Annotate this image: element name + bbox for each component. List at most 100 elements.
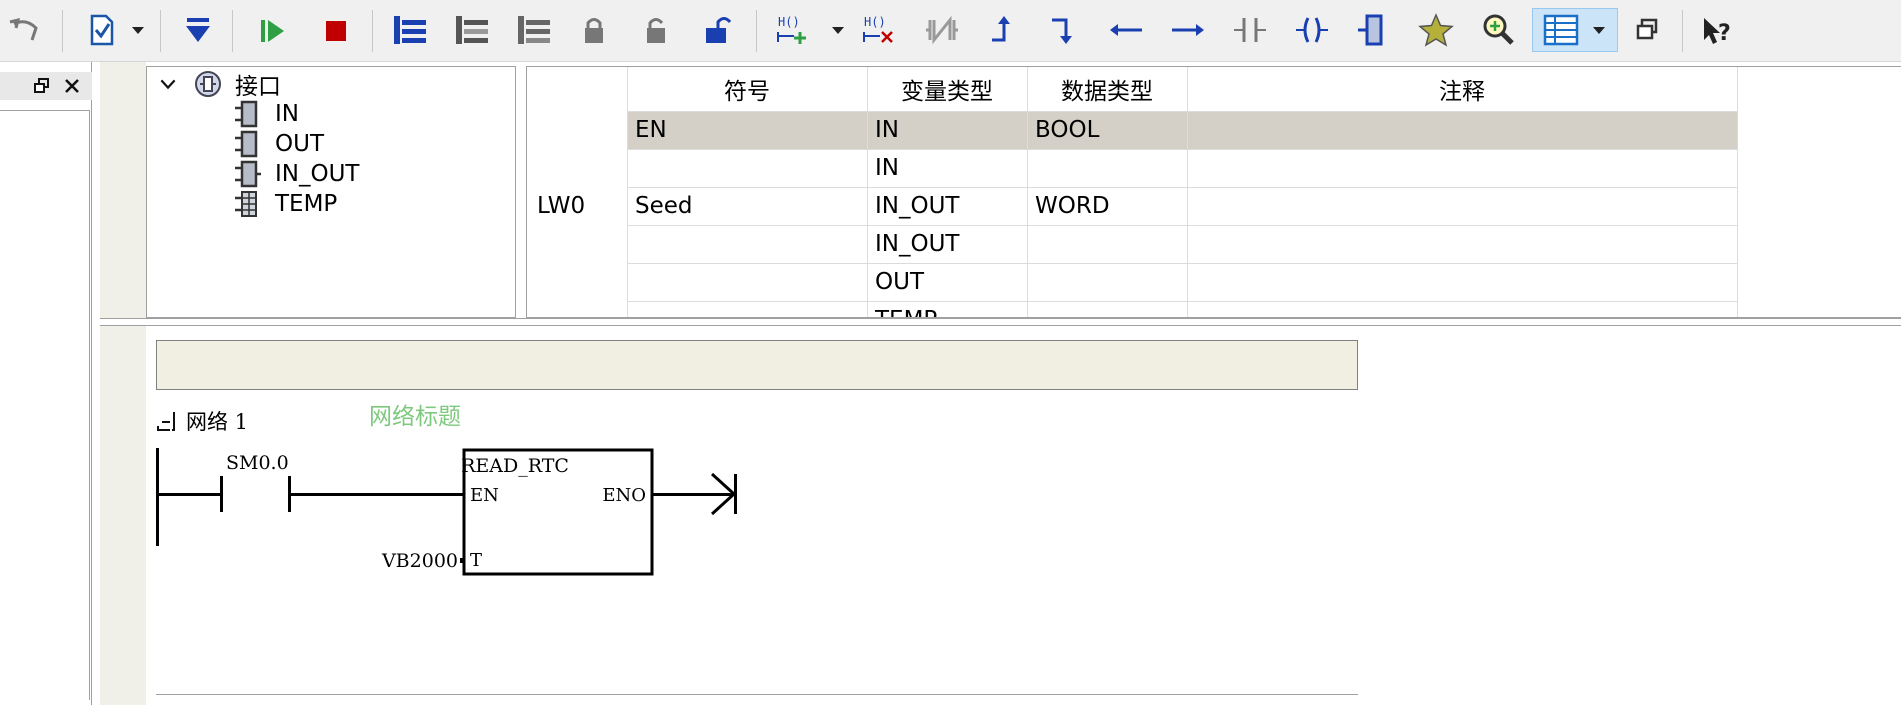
cell-symbol[interactable] (635, 149, 865, 187)
box-en-label: EN (470, 485, 499, 506)
interface-section: 接口 IN OUT IN_OUT TEMP 符号 变量类型 数据类型 注释 LW… (100, 62, 1901, 318)
cell-comment[interactable] (1195, 187, 1735, 225)
cell-var-type[interactable]: IN_OUT (875, 187, 1025, 225)
interface-tree: 接口 IN OUT IN_OUT TEMP (146, 66, 516, 318)
interface-icon (195, 71, 221, 97)
help-icon[interactable]: ? (1696, 8, 1740, 52)
restore-window-icon[interactable] (30, 72, 54, 100)
svg-text:?: ? (1718, 21, 1731, 46)
cell-symbol[interactable] (635, 301, 865, 317)
run-icon[interactable] (250, 8, 294, 52)
cell-comment[interactable] (1195, 111, 1735, 149)
tree-item-in-out[interactable]: IN_OUT (233, 157, 359, 191)
left-panel-header (0, 72, 92, 100)
cell-comment[interactable] (1195, 263, 1735, 301)
lock-icon[interactable] (572, 8, 616, 52)
dropdown-arrow-icon[interactable] (826, 8, 850, 52)
cell-data-type[interactable]: BOOL (1035, 111, 1185, 149)
in-out-pin-icon (235, 160, 261, 188)
cell-data-type[interactable]: WORD (1035, 187, 1185, 225)
network-icon[interactable] (512, 8, 556, 52)
contact-icon[interactable] (1228, 8, 1272, 52)
new-document-icon[interactable] (80, 8, 124, 52)
unlock-blue-icon[interactable] (696, 8, 740, 52)
wire (156, 493, 222, 496)
cell-comment[interactable] (1195, 149, 1735, 187)
left-panel-body (0, 110, 90, 700)
window-icon[interactable] (1626, 8, 1670, 52)
coil-icon[interactable] (1290, 8, 1334, 52)
normally-open-contact[interactable] (220, 476, 291, 512)
close-icon[interactable] (60, 72, 84, 100)
tree-root[interactable]: 接口 (157, 67, 281, 101)
star-icon[interactable] (1414, 8, 1458, 52)
delete-network-icon[interactable] (450, 8, 494, 52)
column-header-var-type[interactable]: 变量类型 (867, 67, 1027, 111)
network-label: 网络 1 (186, 410, 248, 434)
cell-var-type[interactable]: IN_OUT (875, 225, 1025, 263)
cell-data-type[interactable] (1035, 301, 1185, 317)
dropdown-arrow-icon[interactable] (1589, 10, 1609, 50)
insert-network-icon[interactable] (388, 8, 432, 52)
ladder-editor: 网络 1 网络标题 SM0.0 READ_RTC EN ENO T VB2000 (100, 326, 1901, 705)
arrow-up-icon[interactable] (980, 8, 1024, 52)
tree-root-label: 接口 (235, 74, 281, 100)
box-icon[interactable] (1352, 8, 1396, 52)
cell-data-type[interactable] (1035, 149, 1185, 187)
power-rail (156, 448, 159, 546)
box-eno-label: ENO (602, 485, 646, 506)
cell-data-type[interactable] (1035, 263, 1185, 301)
interface-margin (100, 62, 146, 318)
wire (290, 493, 463, 496)
cell-symbol[interactable] (635, 225, 865, 263)
output-wire (652, 493, 736, 496)
ladder-diagram: 网络 1 网络标题 SM0.0 READ_RTC EN ENO T VB2000 (156, 404, 737, 576)
input-pin-icon (235, 100, 258, 128)
variable-table: 符号 变量类型 数据类型 注释 LW0 EN IN BOOL IN Seed I… (526, 66, 1901, 318)
arrow-left-icon[interactable] (1104, 8, 1148, 52)
tree-item-label: OUT (275, 131, 324, 157)
tree-item-out[interactable]: OUT (233, 127, 324, 161)
arrow-down-icon[interactable] (1042, 8, 1086, 52)
cell-var-type[interactable]: IN (875, 111, 1025, 149)
tree-item-temp[interactable]: TEMP (233, 187, 337, 221)
cell-var-type[interactable]: TEMP (875, 301, 1025, 317)
param-pin (460, 558, 465, 563)
download-icon[interactable] (176, 8, 220, 52)
dropdown-arrow-icon[interactable] (126, 8, 150, 52)
unlock-icon[interactable] (634, 8, 678, 52)
chevron-down-icon[interactable] (157, 73, 179, 95)
stop-icon[interactable] (314, 8, 358, 52)
cell-comment[interactable] (1195, 301, 1735, 317)
tree-item-in[interactable]: IN (233, 97, 299, 131)
network-collapse-icon[interactable] (157, 412, 175, 431)
left-panel (0, 62, 92, 705)
pane-splitter[interactable] (100, 318, 1901, 326)
zoom-icon[interactable] (1476, 8, 1520, 52)
back-icon[interactable] (4, 8, 48, 52)
param-value[interactable]: VB2000 (381, 550, 458, 572)
toolbar: H() H() ? (0, 0, 1901, 62)
output-terminator (734, 474, 737, 514)
column-header-data-type[interactable]: 数据类型 (1027, 67, 1187, 111)
network-title[interactable]: 网络标题 (369, 404, 461, 430)
insert-branch-icon[interactable]: H() (772, 8, 816, 52)
column-header-symbol[interactable]: 符号 (627, 67, 867, 111)
not-contact-icon[interactable] (920, 8, 964, 52)
cell-var-type[interactable]: OUT (875, 263, 1025, 301)
delete-branch-icon[interactable]: H() (858, 8, 902, 52)
table-view-icon[interactable] (1532, 8, 1618, 52)
svg-text:H(): H() (864, 15, 886, 29)
cell-symbol[interactable]: EN (635, 111, 865, 149)
output-pin-icon (235, 130, 258, 158)
cell-symbol[interactable] (635, 263, 865, 301)
arrow-right-icon[interactable] (1166, 8, 1210, 52)
column-header-comment[interactable]: 注释 (1187, 67, 1737, 111)
box-title: READ_RTC (461, 455, 569, 477)
cell-data-type[interactable] (1035, 225, 1185, 263)
cell-comment[interactable] (1195, 225, 1735, 263)
cell-symbol[interactable]: Seed (635, 187, 865, 225)
cell-var-type[interactable]: IN (875, 149, 1025, 187)
network-bottom-line (156, 694, 1358, 695)
tree-item-label: IN_OUT (275, 161, 360, 187)
